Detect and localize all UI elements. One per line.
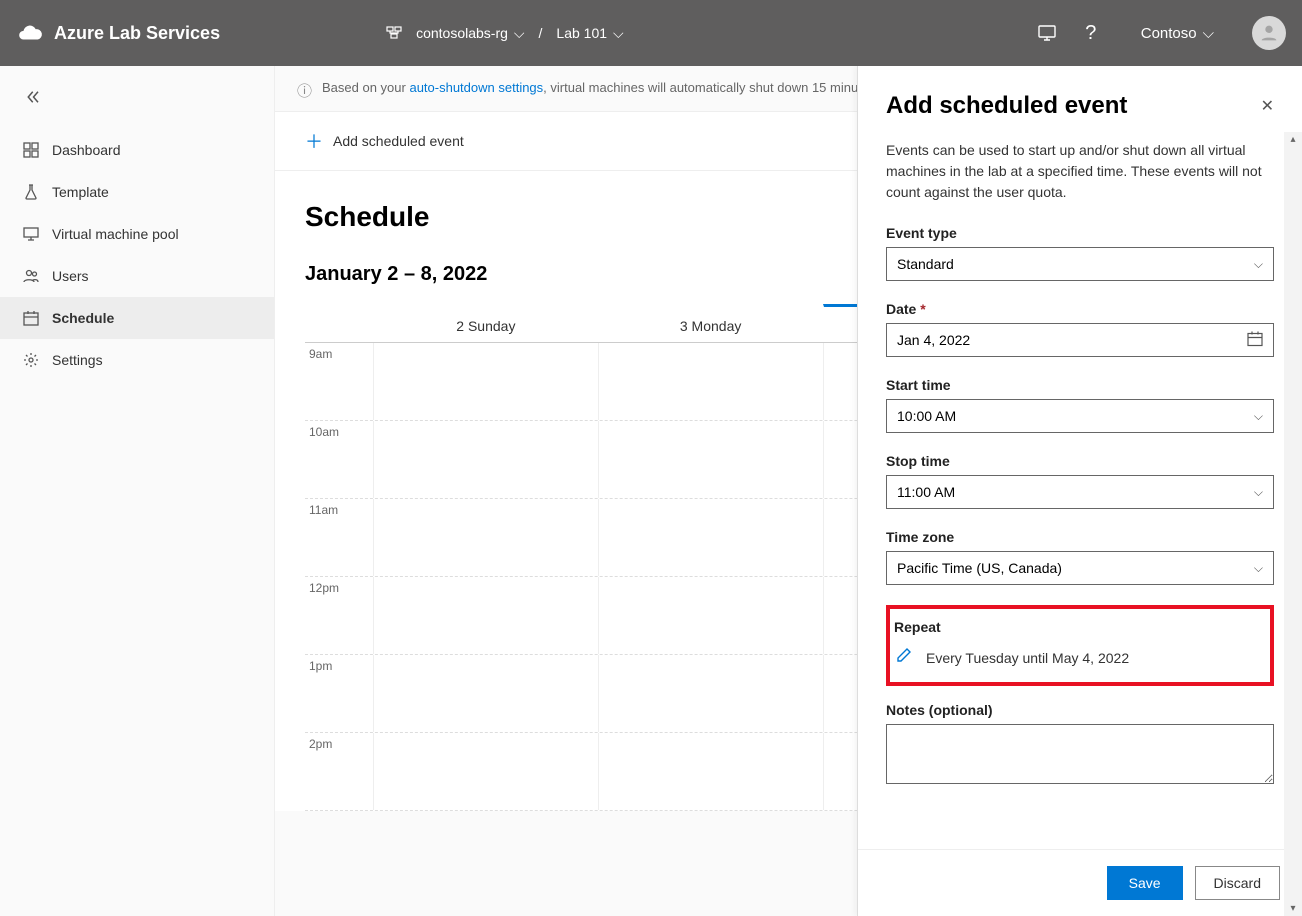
resource-group-icon (386, 24, 402, 43)
sidebar-item-vm-pool[interactable]: Virtual machine pool (0, 213, 274, 255)
event-type-value: Standard (897, 256, 954, 272)
hour-label: 11am (305, 499, 373, 576)
pencil-icon (896, 647, 912, 668)
banner-prefix: Based on your (322, 80, 409, 95)
repeat-label: Repeat (892, 619, 1260, 635)
time-zone-select[interactable]: Pacific Time (US, Canada) ⌵ (886, 551, 1274, 585)
repeat-edit[interactable]: Every Tuesday until May 4, 2022 (892, 641, 1260, 668)
monitor-icon[interactable] (1033, 19, 1061, 47)
event-type-label: Event type (886, 225, 1274, 241)
chevron-down-icon: ⌵ (613, 25, 624, 42)
time-zone-value: Pacific Time (US, Canada) (897, 560, 1062, 576)
calendar-day-header[interactable]: 2 Sunday (373, 304, 598, 342)
calendar-icon (1247, 331, 1263, 350)
chevron-down-icon: ⌵ (514, 25, 525, 42)
breadcrumb-lab[interactable]: Lab 101 ⌵ (556, 25, 623, 42)
date-input[interactable]: Jan 4, 2022 (886, 323, 1274, 357)
chevron-down-icon: ⌵ (1254, 485, 1263, 500)
chevron-down-icon: ⌵ (1203, 25, 1214, 42)
topbar: Azure Lab Services contosolabs-rg ⌵ / La… (0, 0, 1302, 66)
hour-label: 10am (305, 421, 373, 498)
start-time-select[interactable]: 10:00 AM ⌵ (886, 399, 1274, 433)
save-button[interactable]: Save (1107, 866, 1183, 900)
panel-description: Events can be used to start up and/or sh… (886, 140, 1274, 203)
stop-time-value: 11:00 AM (897, 484, 955, 500)
breadcrumb-rg-label: contosolabs-rg (416, 25, 508, 41)
event-type-select[interactable]: Standard ⌵ (886, 247, 1274, 281)
notes-label: Notes (optional) (886, 702, 1274, 718)
discard-button[interactable]: Discard (1195, 866, 1280, 900)
scroll-up-icon: ▴ (1290, 134, 1295, 145)
calendar-icon (22, 309, 40, 327)
sidebar: Dashboard Template Virtual machine pool … (0, 66, 275, 916)
info-icon: ⓘ (297, 80, 312, 101)
sidebar-item-schedule[interactable]: Schedule (0, 297, 274, 339)
repeat-section-highlight: Repeat Every Tuesday until May 4, 2022 (886, 605, 1274, 686)
calendar-day-header[interactable]: 3 Monday (598, 304, 823, 342)
avatar[interactable] (1252, 16, 1286, 50)
repeat-value: Every Tuesday until May 4, 2022 (926, 650, 1129, 666)
sidebar-item-label: Schedule (52, 310, 114, 326)
breadcrumb-separator: / (539, 25, 543, 41)
sidebar-item-users[interactable]: Users (0, 255, 274, 297)
notes-textarea[interactable] (886, 724, 1274, 784)
scroll-down-icon: ▾ (1290, 903, 1295, 914)
help-icon[interactable]: ? (1077, 19, 1105, 47)
sidebar-collapse[interactable] (0, 76, 274, 129)
main-content: ⓘ Based on your auto-shutdown settings, … (275, 66, 1302, 916)
chevron-down-icon: ⌵ (1254, 409, 1263, 424)
auto-shutdown-link[interactable]: auto-shutdown settings (409, 80, 543, 95)
date-value: Jan 4, 2022 (897, 332, 970, 348)
hour-label: 9am (305, 343, 373, 420)
start-time-value: 10:00 AM (897, 408, 956, 424)
close-icon[interactable]: ✕ (1261, 96, 1274, 116)
plus-icon: ＋ (305, 128, 323, 154)
add-event-label: Add scheduled event (333, 133, 464, 149)
dashboard-icon (22, 141, 40, 159)
sidebar-item-label: Template (52, 184, 109, 200)
account-menu[interactable]: Contoso ⌵ (1141, 25, 1214, 42)
date-label: Date * (886, 301, 1274, 317)
start-time-label: Start time (886, 377, 1274, 393)
gear-icon (22, 351, 40, 369)
panel-title: Add scheduled event (886, 92, 1127, 120)
hour-label: 2pm (305, 733, 373, 810)
flask-icon (22, 183, 40, 201)
sidebar-item-dashboard[interactable]: Dashboard (0, 129, 274, 171)
product-name: Azure Lab Services (54, 23, 220, 44)
hour-label: 12pm (305, 577, 373, 654)
breadcrumb-lab-label: Lab 101 (556, 25, 607, 41)
sidebar-item-template[interactable]: Template (0, 171, 274, 213)
product-logo[interactable]: Azure Lab Services (16, 19, 220, 47)
account-name: Contoso (1141, 25, 1197, 42)
sidebar-item-label: Settings (52, 352, 103, 368)
sidebar-item-settings[interactable]: Settings (0, 339, 274, 381)
azure-cloud-icon (16, 19, 44, 47)
add-scheduled-event-button[interactable]: ＋ Add scheduled event (305, 128, 464, 154)
vm-icon (22, 225, 40, 243)
sidebar-item-label: Users (52, 268, 89, 284)
time-zone-label: Time zone (886, 529, 1274, 545)
scrollbar[interactable]: ▴ ▾ (1284, 132, 1302, 916)
users-icon (22, 267, 40, 285)
hour-label: 1pm (305, 655, 373, 732)
stop-time-label: Stop time (886, 453, 1274, 469)
stop-time-select[interactable]: 11:00 AM ⌵ (886, 475, 1274, 509)
chevron-down-icon: ⌵ (1254, 561, 1263, 576)
add-event-panel: Add scheduled event ✕ Events can be used… (857, 66, 1302, 916)
sidebar-item-label: Virtual machine pool (52, 226, 179, 242)
breadcrumbs: contosolabs-rg ⌵ / Lab 101 ⌵ (386, 24, 624, 43)
sidebar-item-label: Dashboard (52, 142, 121, 158)
chevron-down-icon: ⌵ (1254, 257, 1263, 272)
breadcrumb-resource-group[interactable]: contosolabs-rg ⌵ (416, 25, 524, 42)
